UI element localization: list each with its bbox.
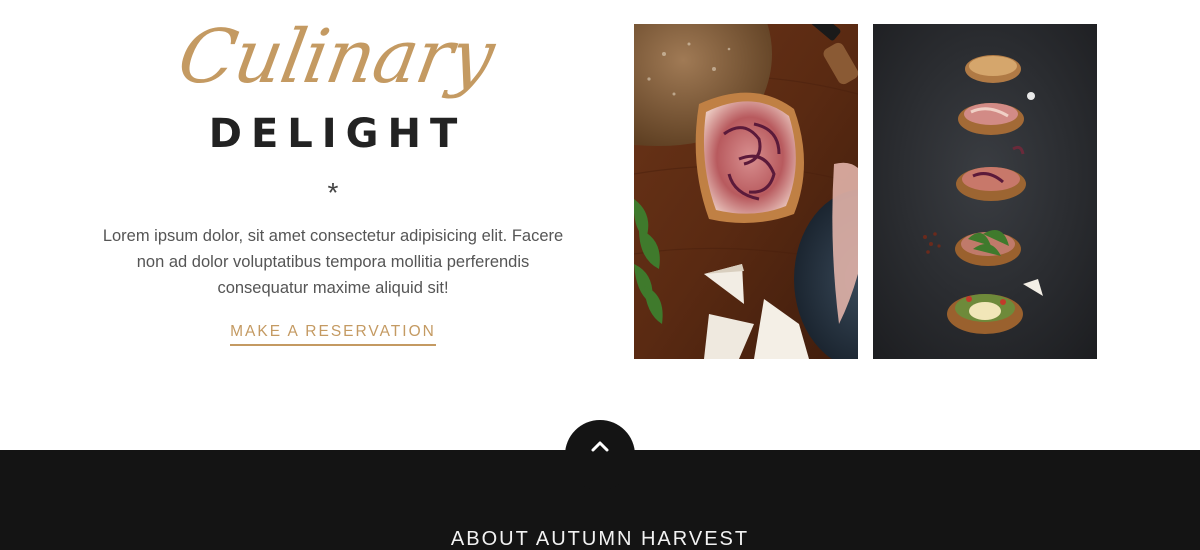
script-title: Culinary: [172, 14, 500, 100]
bruschetta-row-photo: [873, 24, 1097, 359]
chevron-up-icon: [591, 441, 609, 452]
footer-heading: ABOUT AUTUMN HARVEST: [450, 528, 750, 550]
make-reservation-link[interactable]: MAKE A RESERVATION: [230, 322, 436, 346]
prosciutto-bruschetta-photo: [634, 24, 858, 359]
block-title: DELIGHT: [208, 111, 467, 157]
asterisk-separator: *: [327, 177, 339, 208]
reservation-link-wrapper: MAKE A RESERVATION: [100, 322, 566, 346]
page: Culinary DELIGHT * Lorem ipsum dolor, si…: [0, 0, 1200, 550]
intro-paragraph: Lorem ipsum dolor, sit amet consectetur …: [102, 227, 564, 297]
back-to-top-button[interactable]: [565, 420, 635, 490]
intro-section: Culinary DELIGHT * Lorem ipsum dolor, si…: [100, 0, 566, 370]
